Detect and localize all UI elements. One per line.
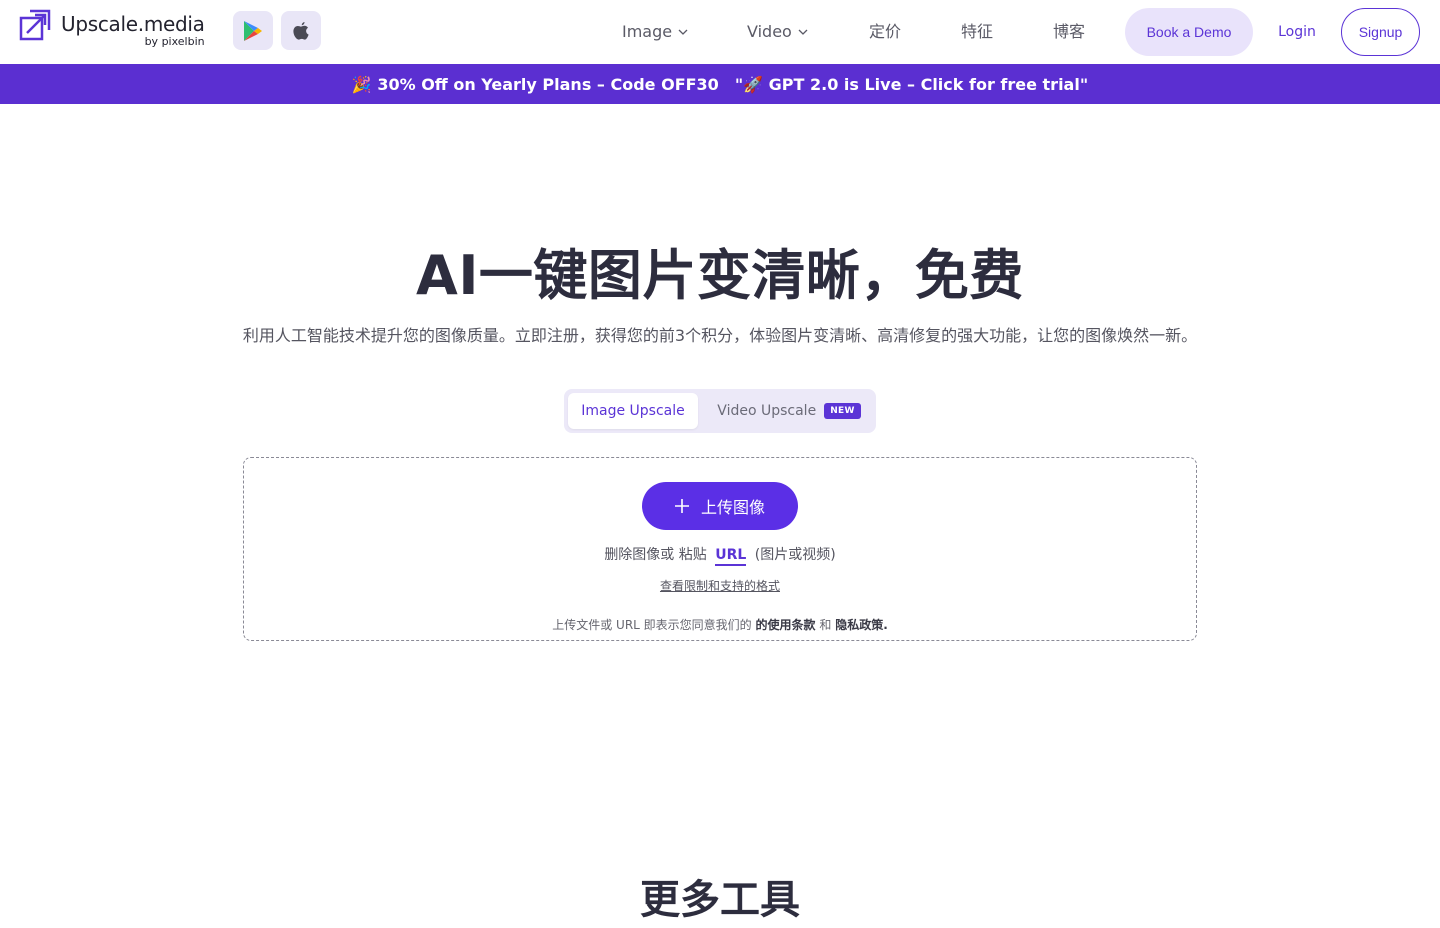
drop-hint-prefix: 删除图像或 粘贴 [604,547,707,563]
nav-video-dropdown[interactable]: Video [747,20,808,44]
nav-image-label: Image [622,22,673,41]
nav-features-link[interactable]: 特征 [961,20,993,44]
page-title: AI一键图片变清晰，免费 [416,244,1024,307]
terms-notice: 上传文件或 URL 即表示您同意我们的 的使用条款 和 隐私政策. [244,616,1196,634]
privacy-policy-link[interactable]: 隐私政策. [835,618,888,632]
terms-of-use-link[interactable]: 的使用条款 [756,618,816,632]
upload-dropzone[interactable]: 上传图像 删除图像或 粘贴 URL (图片或视频) 查看限制和支持的格式 上传文… [243,457,1197,641]
promo-announcement-text: "🚀 GPT 2.0 is Live – Click for free tria… [734,74,1089,94]
login-link[interactable]: Login [1262,8,1332,56]
nav-image-dropdown[interactable]: Image [622,20,688,44]
brand-logo[interactable]: Upscale.media by pixelbin [19,9,205,48]
chevron-down-icon [678,29,688,35]
more-tools-title: 更多工具 [640,877,800,923]
app-store-button[interactable] [281,11,321,50]
google-play-icon [244,20,262,41]
promo-banner[interactable]: 🎉 30% Off on Yearly Plans – Code OFF30 "… [0,64,1440,104]
promo-offer-text: 🎉 30% Off on Yearly Plans – Code OFF30 [351,74,719,94]
apple-icon [293,21,309,40]
paste-url-link[interactable]: URL [715,547,747,566]
page-subtitle: 利用人工智能技术提升您的图像质量。立即注册，获得您的前3个积分，体验图片变清晰、… [242,326,1198,345]
chevron-down-icon [798,29,808,35]
upscale-logo-icon [19,9,51,41]
nav-video-label: Video [747,22,792,41]
nav-pricing-link[interactable]: 定价 [869,20,901,44]
book-demo-button[interactable]: Book a Demo [1125,8,1253,56]
terms-and: 和 [819,618,832,632]
drop-hint-suffix: (图片或视频) [754,547,836,563]
site-header: Upscale.media by pixelbin Image Video 定价… [0,0,1440,64]
tab-image-upscale[interactable]: Image Upscale [568,393,698,429]
terms-prefix: 上传文件或 URL 即表示您同意我们的 [552,618,752,632]
brand-byline: by pixelbin [144,35,205,48]
signup-button[interactable]: Signup [1341,8,1420,56]
upload-image-button[interactable]: 上传图像 [642,482,798,530]
drop-hint: 删除图像或 粘贴 URL (图片或视频) [244,545,1196,566]
tab-video-upscale-label: Video Upscale [717,403,817,419]
google-play-button[interactable] [233,11,273,50]
tab-video-upscale[interactable]: Video Upscale NEW [706,393,872,429]
plus-icon [674,499,689,513]
tab-image-upscale-label: Image Upscale [581,403,685,419]
nav-blog-link[interactable]: 博客 [1053,20,1085,44]
upload-button-label: 上传图像 [700,500,765,517]
brand-name: Upscale.media [61,12,205,36]
upscale-type-tabs: Image Upscale Video Upscale NEW [564,389,876,433]
limits-formats-link[interactable]: 查看限制和支持的格式 [244,577,1196,595]
new-badge: NEW [824,403,861,419]
